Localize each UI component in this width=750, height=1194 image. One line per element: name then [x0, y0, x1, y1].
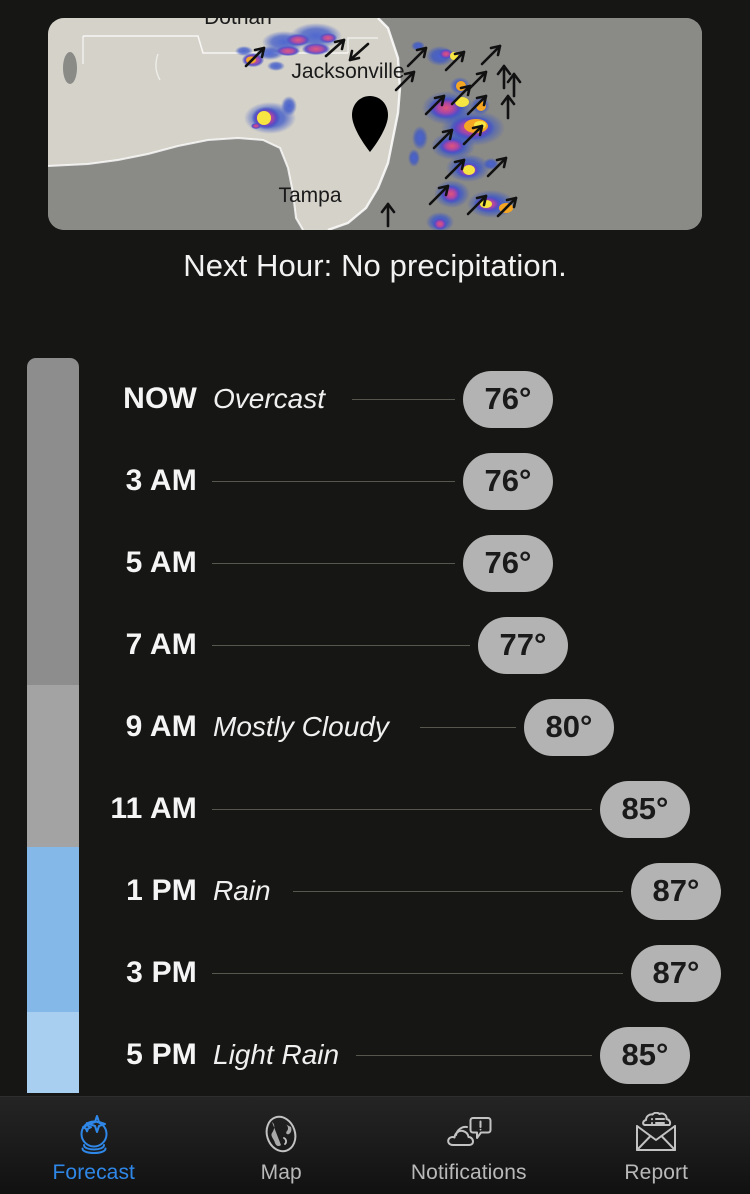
hour-connector-line — [356, 1054, 592, 1056]
hourly-row[interactable]: 3 AM 76° — [0, 440, 750, 522]
map-label-dothan: Dothan — [204, 18, 272, 29]
map-label-jacksonville: Jacksonville — [291, 60, 404, 83]
bottom-tab-bar[interactable]: Forecast Map Notifications Report — [0, 1096, 750, 1194]
hour-time-label: 9 AM — [125, 710, 197, 743]
tab-map[interactable]: Map — [188, 1097, 376, 1194]
hour-connector-line — [212, 480, 455, 482]
hourly-row[interactable]: 11 AM 85° — [0, 768, 750, 850]
tab-label-report: Report — [624, 1160, 689, 1184]
radar-map-card[interactable]: Dothan Jacksonville Tampa — [48, 18, 702, 230]
map-label-tampa: Tampa — [278, 184, 341, 207]
hourly-row[interactable]: 5 PM Light Rain 85° — [0, 1014, 750, 1096]
hour-time-label: 5 AM — [125, 546, 197, 579]
tab-forecast[interactable]: Forecast — [0, 1097, 188, 1194]
hour-temperature-pill: 85° — [600, 1026, 690, 1084]
hour-time-label: 3 AM — [125, 464, 197, 497]
hourly-row[interactable]: 1 PM Rain 87° — [0, 850, 750, 932]
tab-label-map: Map — [260, 1160, 302, 1184]
hourly-row[interactable]: 7 AM 77° — [0, 604, 750, 686]
hour-temperature-pill: 80° — [524, 698, 614, 756]
weather-app-screen: Dothan Jacksonville Tampa Next Hour: No … — [0, 0, 750, 1194]
hour-temperature-pill: 77° — [478, 616, 568, 674]
hour-connector-line — [212, 972, 623, 974]
hour-temperature-pill: 87° — [631, 944, 721, 1002]
hour-time-label: NOW — [123, 382, 197, 415]
hour-temperature-pill: 87° — [631, 862, 721, 920]
hour-connector-line — [212, 808, 592, 810]
radar-map-svg: Dothan Jacksonville Tampa — [48, 18, 702, 230]
globe-icon — [259, 1111, 303, 1157]
hour-condition-label: Mostly Cloudy — [213, 711, 389, 742]
hour-connector-line — [212, 562, 455, 564]
tab-label-notifications: Notifications — [410, 1160, 527, 1184]
hour-connector-line — [212, 644, 470, 646]
hourly-forecast-list[interactable]: NOW Overcast 76° 3 AM 76° 5 AM 76° 7 AM 77° 9 AM M… — [0, 358, 750, 1093]
envelope-report-icon — [633, 1111, 679, 1157]
hourly-row[interactable]: 3 PM 87° — [0, 932, 750, 1014]
hour-time-label: 7 AM — [125, 628, 197, 661]
hour-temperature-pill: 76° — [463, 452, 553, 510]
hour-time-label: 1 PM — [126, 874, 197, 907]
hour-connector-line — [420, 726, 516, 728]
hourly-row[interactable]: 5 AM 76° — [0, 522, 750, 604]
tab-report[interactable]: Report — [563, 1097, 750, 1194]
hour-time-label: 3 PM — [126, 956, 197, 989]
next-hour-summary: Next Hour: No precipitation. — [183, 248, 567, 283]
hour-time-label: 5 PM — [126, 1038, 197, 1071]
hourly-row[interactable]: NOW Overcast 76° — [0, 358, 750, 440]
cloud-alert-icon — [445, 1111, 493, 1157]
hour-condition-label: Light Rain — [213, 1039, 340, 1070]
hour-temperature-pill: 76° — [463, 370, 553, 428]
tab-label-forecast: Forecast — [52, 1160, 135, 1184]
crystal-ball-icon — [72, 1111, 116, 1157]
tab-notifications[interactable]: Notifications — [375, 1097, 563, 1194]
hour-connector-line — [352, 398, 455, 400]
hour-condition-label: Overcast — [213, 383, 326, 414]
hour-temperature-pill: 85° — [600, 780, 690, 838]
hourly-row[interactable]: 9 AM Mostly Cloudy 80° — [0, 686, 750, 768]
hour-connector-line — [293, 890, 623, 892]
hour-time-label: 11 AM — [110, 792, 197, 825]
hour-temperature-pill: 76° — [463, 534, 553, 592]
hour-condition-label: Rain — [213, 875, 271, 906]
